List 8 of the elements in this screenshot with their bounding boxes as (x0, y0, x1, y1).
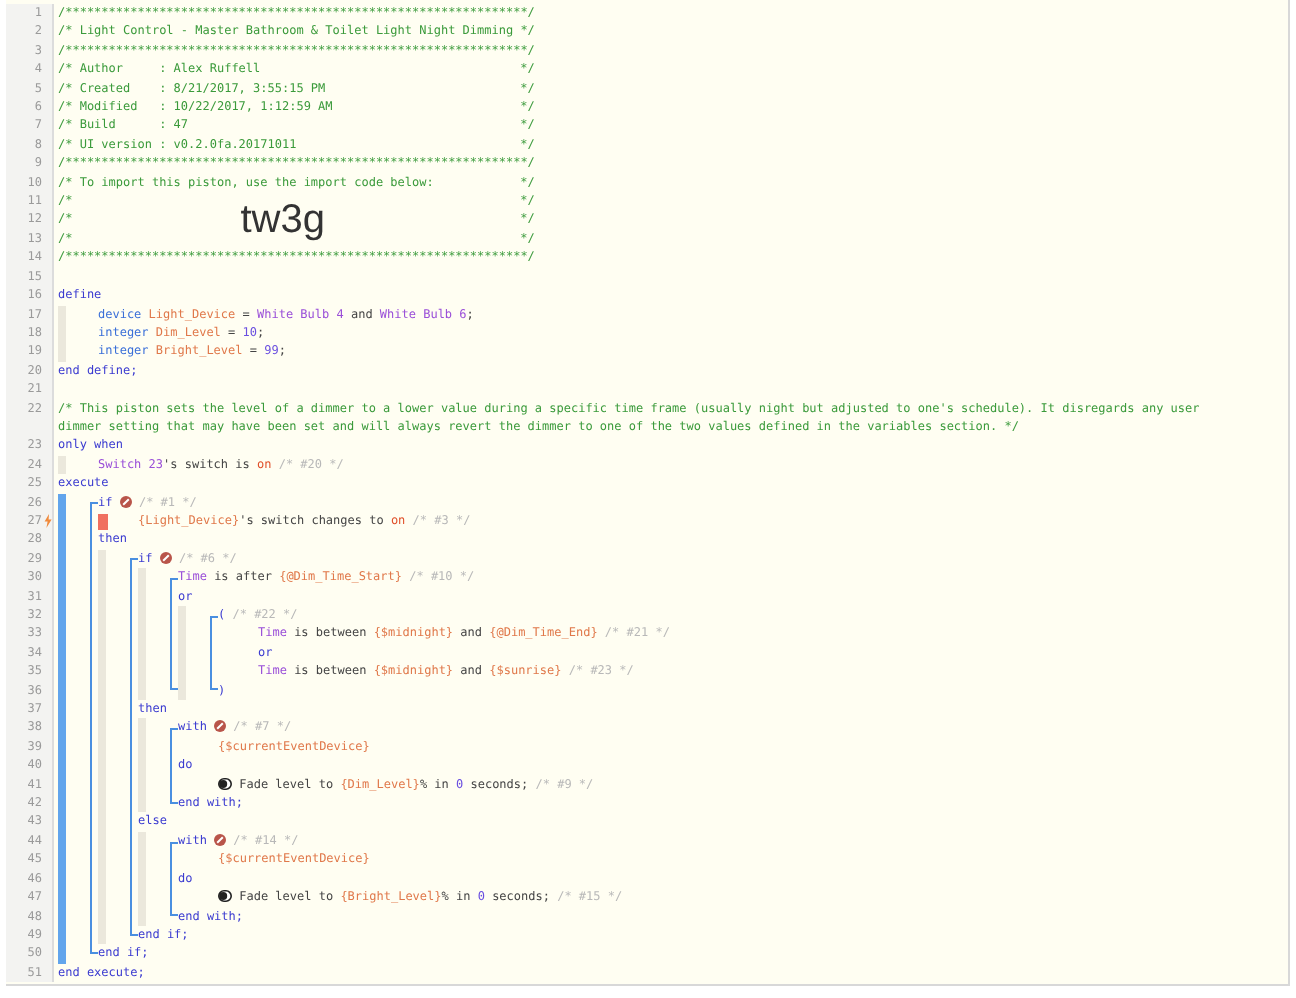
toggle-icon (218, 777, 232, 790)
blocked-icon (214, 833, 227, 846)
import-code: tw3g (240, 196, 325, 247)
error-marker (98, 513, 108, 530)
blocked-icon (119, 495, 132, 508)
blocked-icon (159, 551, 172, 564)
toggle-icon (218, 890, 232, 903)
blocked-icon (214, 720, 227, 733)
